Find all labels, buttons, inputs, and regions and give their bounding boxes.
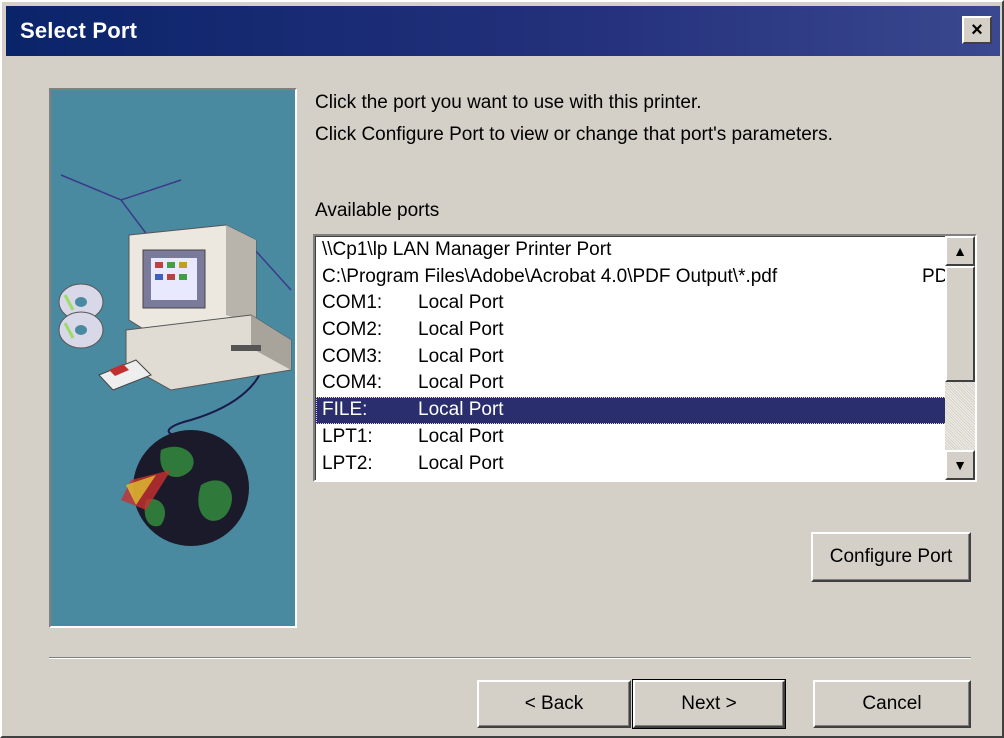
scroll-down-button[interactable]: ▼ bbox=[945, 450, 975, 480]
instruction-line-1: Click the port you want to use with this… bbox=[315, 92, 702, 113]
back-button[interactable]: < Back bbox=[477, 680, 631, 728]
ports-listbox[interactable]: \\Cp1\lp LAN Manager Printer Port C:\Pro… bbox=[313, 234, 977, 482]
scroll-thumb[interactable] bbox=[945, 266, 975, 382]
list-item-selected[interactable]: FILE: Local Port bbox=[316, 397, 947, 424]
available-ports-label: Available ports bbox=[315, 200, 440, 221]
list-item[interactable]: COM3: Local Port bbox=[316, 344, 947, 371]
next-button[interactable]: Next > bbox=[632, 679, 786, 729]
configure-port-button[interactable]: Configure Port bbox=[811, 532, 971, 582]
vertical-scrollbar[interactable]: ▲ ▼ bbox=[945, 236, 975, 480]
cancel-button[interactable]: Cancel bbox=[813, 680, 971, 728]
computer-globe-icon bbox=[58, 174, 292, 546]
instruction-line-2: Click Configure Port to view or change t… bbox=[315, 124, 833, 145]
scroll-up-arrow-icon: ▲ bbox=[953, 243, 967, 259]
list-item[interactable]: LPT1: Local Port bbox=[316, 424, 947, 451]
wizard-illustration bbox=[49, 88, 297, 628]
list-item[interactable]: C:\Program Files\Adobe\Acrobat 4.0\PDF O… bbox=[316, 264, 947, 291]
scroll-up-button[interactable]: ▲ bbox=[945, 236, 975, 266]
title-bar[interactable]: Select Port × bbox=[6, 6, 1000, 56]
ports-list: \\Cp1\lp LAN Manager Printer Port C:\Pro… bbox=[315, 236, 947, 480]
list-item[interactable]: COM4: Local Port bbox=[316, 370, 947, 397]
close-button[interactable]: × bbox=[962, 16, 992, 44]
list-item[interactable]: COM1: Local Port bbox=[316, 290, 947, 317]
window-title: Select Port bbox=[20, 18, 138, 43]
list-item[interactable]: \\Cp1\lp LAN Manager Printer Port bbox=[316, 237, 947, 264]
close-icon: × bbox=[971, 19, 983, 41]
list-item[interactable]: COM2: Local Port bbox=[316, 317, 947, 344]
scroll-down-arrow-icon: ▼ bbox=[953, 457, 967, 473]
separator bbox=[49, 657, 971, 659]
select-port-dialog: Select Port × Click the port you want to… bbox=[0, 0, 1004, 738]
list-item[interactable]: LPT2: Local Port bbox=[316, 451, 947, 478]
